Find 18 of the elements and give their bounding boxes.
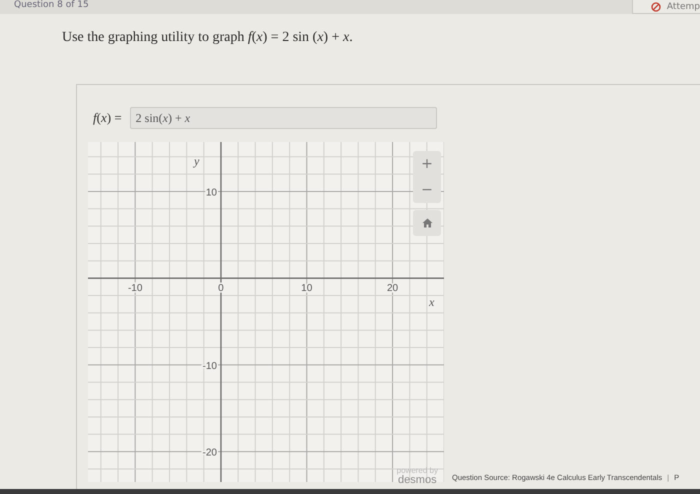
prohibited-icon	[650, 2, 661, 12]
x-axis-label: x	[429, 295, 434, 310]
y-tick-label: -20	[202, 448, 217, 459]
x-tick-label: 20	[386, 283, 398, 294]
question-counter: Question 8 of 15	[13, 0, 89, 10]
function-label: f(x) =	[92, 110, 122, 126]
x-tick-label: 10	[301, 283, 312, 294]
function-input-field[interactable]: 2 sin(x) + x	[130, 107, 437, 129]
zoom-in-button[interactable]: +	[413, 151, 441, 177]
y-axis-label: y	[194, 154, 200, 168]
home-button[interactable]	[413, 210, 441, 236]
zoom-out-button[interactable]: −	[413, 177, 441, 203]
attempt-button[interactable]: Attemp	[632, 0, 700, 14]
y-tick-label: 10	[206, 187, 217, 198]
home-icon	[422, 218, 432, 228]
question-prompt: Use the graphing utility to graph f(x) = 2 sin (x) + x.	[62, 30, 354, 46]
x-tick-label: -10	[128, 283, 142, 294]
y-tick-label: -10	[202, 360, 217, 372]
